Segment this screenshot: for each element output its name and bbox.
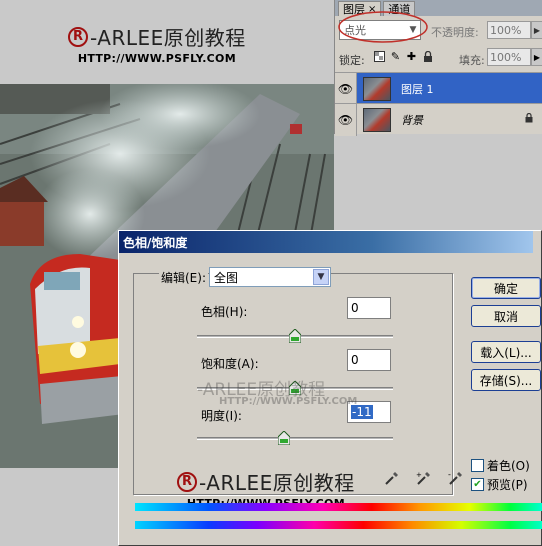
lightness-slider-thumb[interactable] [278,431,290,445]
layer-row-background[interactable]: 👁 背景 [335,103,542,136]
eye-icon[interactable]: 👁 [335,103,357,136]
spectrum-bar-top [135,503,542,511]
hue-label: 色相(H): [201,305,248,319]
watermark-url: HTTP://WWW.PSFLY.COM [219,396,358,407]
ok-button[interactable]: 确定 [471,277,541,299]
load-button[interactable]: 载入(L)... [471,341,541,363]
brand-watermark-top: R -ARLEE原创教程 HTTP://WWW.PSFLY.COM [68,22,246,65]
preview-label: 预览(P) [487,478,528,492]
opacity-field[interactable]: 100% [487,21,531,39]
check-icon[interactable]: ✔ [471,478,484,491]
lightness-slider-track[interactable] [197,437,393,440]
svg-text:-: - [448,470,451,479]
fill-field[interactable]: 100% [487,48,531,66]
svg-text:+: + [416,471,422,479]
lock-icons: ✎ ✚ [373,50,434,63]
eyedropper-tools: + - [383,469,465,487]
red-highlight-ellipse [338,11,428,43]
edit-select[interactable]: 全图 ▼ [209,267,331,287]
save-button[interactable]: 存储(S)... [471,369,541,391]
dialog-watermark-url: HTTP://WWW.PSFLY.COM [219,393,357,407]
eyedropper-minus-icon[interactable]: - [447,469,465,487]
registered-icon: R [68,26,88,47]
lock-label: 锁定: [339,54,365,67]
registered-icon: R [177,471,197,492]
eyedropper-icon[interactable] [383,469,401,487]
brand-name: -ARLEE原创教程 [199,471,355,495]
lock-all-icon[interactable] [421,50,434,63]
fill-arrow-icon[interactable]: ▶ [531,48,542,66]
hue-slider-thumb[interactable] [289,329,301,343]
saturation-label: 饱和度(A): [201,357,259,371]
titlebar-edge [533,231,541,253]
cancel-button[interactable]: 取消 [471,305,541,327]
hue-input[interactable]: 0 [347,297,391,319]
chevron-down-icon[interactable]: ▼ [313,269,329,285]
layer-name: 图层 1 [401,82,434,96]
lightness-value: -11 [351,405,373,419]
layers-panel: 图层 × 通道 点光 ▼ 不透明度: 100% ▶ 锁定: ✎ ✚ 填充: 10… [334,0,542,136]
dialog-titlebar[interactable]: 色相/饱和度 [119,231,541,253]
lightness-label: 明度(I): [201,409,242,423]
colorize-checkbox[interactable]: 着色(O) [471,457,530,474]
layer-thumbnail [363,76,391,101]
opacity-label: 不透明度: [431,26,479,39]
lock-transparency-icon[interactable] [373,50,386,63]
opacity-arrow-icon[interactable]: ▶ [531,21,542,39]
lock-brush-icon[interactable]: ✎ [389,50,402,63]
edit-select-value: 全图 [214,270,239,285]
lock-move-icon[interactable]: ✚ [405,50,418,63]
layer-name: 背景 [401,113,423,127]
lock-icon [525,112,533,126]
eyedropper-plus-icon[interactable]: + [415,469,433,487]
layer-thumbnail [363,107,391,132]
fill-label: 填充: [459,54,485,67]
saturation-input[interactable]: 0 [347,349,391,371]
brand-name: -ARLEE原创教程 [90,26,246,50]
colorize-box[interactable] [471,459,484,472]
edit-label: 编辑(E): [159,269,208,286]
colorize-label: 着色(O) [487,459,530,473]
spectrum-bar-bottom [135,521,542,529]
brand-url: HTTP://WWW.PSFLY.COM [77,52,236,65]
eye-icon[interactable]: 👁 [335,72,357,105]
dialog-title: 色相/饱和度 [123,235,188,250]
layer-row-layer1[interactable]: 👁 图层 1 [335,72,542,105]
preview-checkbox[interactable]: ✔ 预览(P) [471,476,528,493]
hue-saturation-dialog: 色相/饱和度 编辑(E): 全图 ▼ 色相(H): 0 饱和度(A): 0 明度… [118,230,542,546]
